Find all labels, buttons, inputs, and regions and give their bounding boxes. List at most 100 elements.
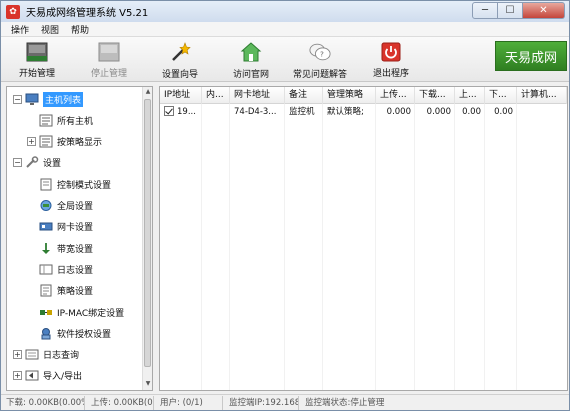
column-header-6[interactable]: 下载... — [415, 87, 455, 104]
tree-item-label: 所有主机 — [57, 116, 94, 127]
stop-management-button[interactable]: 停止管理 — [85, 39, 133, 79]
log-query-icon — [25, 348, 39, 362]
table-cell-2: 74-D4-3... — [234, 107, 277, 117]
table-cell-1 — [202, 104, 230, 121]
tree-item-label: IP-MAC绑定设置 — [57, 308, 125, 319]
menu-view[interactable]: 视图 — [41, 23, 59, 36]
setup-wizard-button[interactable]: 设置向导 — [156, 39, 204, 80]
tree-item-label: 全局设置 — [57, 202, 94, 212]
column-header-2[interactable]: 网卡地址 — [230, 87, 285, 104]
tree-item-9[interactable]: 策略设置 — [27, 282, 93, 300]
menu-help[interactable]: 帮助 — [71, 23, 89, 36]
scroll-up-arrow-icon[interactable]: ▲ — [144, 88, 152, 97]
column-header-7[interactable]: 上... — [455, 87, 485, 104]
window-title: 天易成网络管理系统 V5.21 — [26, 8, 149, 19]
expand-plus-icon[interactable]: + — [13, 371, 22, 381]
tree-item-1[interactable]: 所有主机 — [27, 111, 93, 129]
tree-item-6[interactable]: 网卡设置 — [27, 218, 93, 236]
tree-item-5[interactable]: 全局设置 — [27, 197, 93, 215]
toolbar: 开始管理 停止管理 设置向导 访问官网 ? 常见问题解答 退出程序 天易成网 — [1, 37, 569, 82]
table-cell-8: 0.00 — [494, 107, 513, 117]
tree-item-11[interactable]: 软件授权设置 — [27, 324, 111, 342]
policy-settings-icon — [39, 284, 53, 298]
tree-item-label: 软件授权设置 — [57, 329, 112, 340]
expand-plus-icon[interactable]: + — [27, 137, 36, 147]
navigation-tree: − 主机列表所有主机 + 按策略显示 − 设置控制模式设置 全局设置网卡设置带宽设置日志设置… — [6, 86, 153, 391]
globe-icon — [39, 199, 53, 213]
minimize-button[interactable]: ─ — [472, 2, 498, 19]
cell-text: 19... — [177, 107, 196, 117]
collapse-minus-icon[interactable]: − — [13, 94, 22, 104]
tree-item-label: 按策略显示 — [57, 138, 103, 149]
tree-item-label: 带宽设置 — [57, 244, 94, 255]
exit-program-button[interactable]: 退出程序 — [367, 39, 415, 79]
column-header-4[interactable]: 管理策略 — [323, 87, 376, 104]
column-header-9[interactable]: 计算机... — [517, 87, 567, 104]
close-button[interactable]: ✕ — [523, 2, 565, 19]
collapse-minus-icon[interactable]: − — [13, 158, 22, 168]
column-gridline — [414, 104, 415, 390]
table-cell-5: 0.000 — [386, 107, 411, 117]
bandwidth-arrow-icon — [39, 241, 53, 255]
wrench-icon — [25, 156, 39, 170]
tree-item-label: 控制模式设置 — [57, 180, 112, 191]
tree-item-label: 策略设置 — [57, 287, 94, 298]
menu-bar: 操作 视图 帮助 — [1, 22, 569, 37]
tree-item-4[interactable]: 控制模式设置 — [27, 175, 111, 193]
column-gridline — [454, 104, 455, 390]
tree-item-label: 导入/导出 — [43, 372, 83, 383]
scroll-down-arrow-icon[interactable]: ▼ — [144, 380, 152, 389]
table-cell-3: 监控机 — [289, 107, 315, 117]
table-cell-0: 19... — [160, 104, 202, 121]
column-gridline — [322, 104, 323, 390]
row-checkbox[interactable] — [164, 105, 174, 116]
tree-scrollbar[interactable]: ▲ ▼ — [142, 87, 152, 390]
log-settings-icon — [39, 262, 53, 276]
license-icon — [39, 326, 53, 340]
column-header-1[interactable]: 内... — [202, 87, 230, 104]
table-cell-6: 0.000 — [426, 107, 451, 117]
title-bar[interactable]: ✿ 天易成网络管理系统 V5.21 ─ ☐ ✕ — [1, 1, 569, 22]
tree-scroll-thumb[interactable] — [144, 99, 151, 367]
tree-item-label: 网卡设置 — [57, 223, 94, 234]
stop-management-icon — [98, 41, 120, 62]
visit-website-button[interactable]: 访问官网 — [227, 39, 275, 80]
tree-item-8[interactable]: 日志设置 — [27, 260, 93, 278]
tree-item-0[interactable]: − 主机列表 — [13, 90, 84, 108]
column-header-0[interactable]: IP地址 — [160, 87, 202, 104]
tree-item-2[interactable]: + 按策略显示 — [27, 133, 102, 151]
table-row[interactable]: 19... 74-D4-3... 监控机 默认策略; 0.000 0.000 0.00 0.0… — [160, 104, 567, 121]
ip-mac-bind-icon — [39, 305, 53, 319]
tree-item-12[interactable]: + 日志查询 — [13, 346, 79, 364]
expand-plus-icon[interactable]: + — [13, 350, 22, 360]
column-gridline — [284, 104, 285, 390]
home-icon — [240, 41, 262, 63]
host-list-icon — [39, 113, 53, 127]
column-gridline — [229, 104, 230, 390]
column-header-5[interactable]: 上传... — [376, 87, 415, 104]
column-gridline — [201, 104, 202, 390]
column-gridline — [375, 104, 376, 390]
column-gridline — [484, 104, 485, 390]
faq-button[interactable]: ? 常见问题解答 — [290, 39, 350, 80]
tree-item-label: 主机列表 — [43, 91, 84, 107]
tree-item-label: 日志查询 — [43, 351, 80, 362]
column-header-8[interactable]: 下... — [485, 87, 517, 104]
column-header-3[interactable]: 备注 — [285, 87, 323, 104]
status-monitor-state: 监控端状态:停止管理 — [305, 398, 385, 408]
tree-item-7[interactable]: 带宽设置 — [27, 239, 93, 257]
status-bar: 下载: 0.00KB(0.00%) 上传: 0.00KB(0.0 用户: (0/… — [1, 394, 569, 410]
table-cell-9 — [517, 104, 567, 121]
computer-icon — [25, 92, 39, 106]
start-management-icon — [26, 41, 48, 62]
import-export-icon — [25, 369, 39, 383]
svg-text:?: ? — [320, 50, 324, 59]
start-management-button[interactable]: 开始管理 — [13, 39, 61, 79]
tree-item-13[interactable]: + 导入/导出 — [13, 367, 82, 385]
window-controls: ─ ☐ ✕ — [472, 2, 565, 19]
status-upload: 上传: 0.00KB(0.0 — [88, 396, 154, 410]
maximize-button[interactable]: ☐ — [498, 2, 523, 19]
tree-item-3[interactable]: − 设置 — [13, 154, 61, 172]
menu-operate[interactable]: 操作 — [11, 23, 29, 36]
tree-item-10[interactable]: IP-MAC绑定设置 — [27, 303, 124, 321]
